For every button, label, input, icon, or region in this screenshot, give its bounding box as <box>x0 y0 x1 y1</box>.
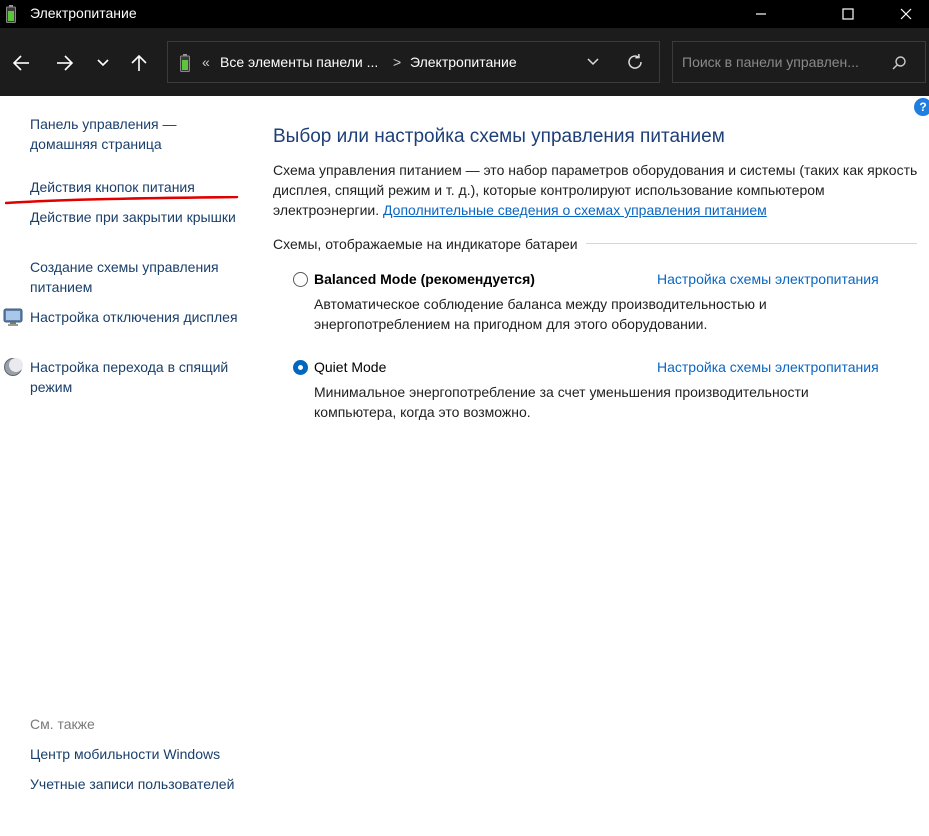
arrow-left-icon <box>12 55 29 71</box>
breadcrumb-current[interactable]: Электропитание <box>410 54 517 70</box>
refresh-icon[interactable] <box>626 53 644 71</box>
sidebar-home-link[interactable]: Панель управления — домашняя страница <box>30 114 245 154</box>
plan-radio-balanced[interactable] <box>293 272 308 287</box>
display-icon <box>3 308 23 326</box>
plan-name-quiet[interactable]: Quiet Mode <box>314 359 386 375</box>
sidebar-item-lid-close[interactable]: Действие при закрытии крышки <box>30 207 245 227</box>
plan-settings-link-quiet[interactable]: Настройка схемы электропитания <box>657 359 879 375</box>
search-box[interactable] <box>672 41 926 83</box>
arrow-right-icon <box>57 55 74 71</box>
see-also-heading: См. также <box>30 716 95 732</box>
plan-settings-link-balanced[interactable]: Настройка схемы электропитания <box>657 271 879 287</box>
sidebar: Панель управления — домашняя страница Де… <box>0 96 252 836</box>
close-icon <box>900 8 912 20</box>
moon-icon <box>4 358 23 376</box>
back-button[interactable] <box>6 48 36 78</box>
battery-icon <box>180 54 190 72</box>
page-title: Выбор или настройка схемы управления пит… <box>273 126 725 147</box>
search-icon[interactable] <box>891 55 907 71</box>
plan-radio-quiet[interactable] <box>293 360 308 375</box>
maximize-button[interactable] <box>825 0 871 28</box>
sidebar-item-power-buttons[interactable]: Действия кнопок питания <box>30 177 245 197</box>
battery-meter-plans-label: Схемы, отображаемые на индикаторе батаре… <box>273 236 586 252</box>
window-title: Электропитание <box>30 5 137 21</box>
breadcrumb-parent[interactable]: Все элементы панели ... <box>220 54 378 70</box>
see-also-user-accounts[interactable]: Учетные записи пользователей <box>30 774 245 794</box>
page-description: Схема управления питанием — это набор па… <box>273 160 923 220</box>
sidebar-item-sleep[interactable]: Настройка перехода в спящий режим <box>30 357 245 397</box>
plan-name-balanced[interactable]: Balanced Mode (рекомендуется) <box>314 271 535 287</box>
minimize-button[interactable] <box>738 0 784 28</box>
sidebar-item-display-off[interactable]: Настройка отключения дисплея <box>30 307 245 327</box>
sidebar-item-create-plan[interactable]: Создание схемы управления питанием <box>30 257 245 297</box>
maximize-icon <box>842 8 854 20</box>
breadcrumb-separator[interactable]: > <box>393 54 401 70</box>
address-dropdown-icon[interactable] <box>586 56 600 68</box>
forward-button[interactable] <box>50 48 80 78</box>
recent-locations-button[interactable] <box>88 48 118 78</box>
help-button[interactable]: ? <box>914 98 929 116</box>
navigation-bar: « Все элементы панели ... > Электропитан… <box>0 28 929 96</box>
title-bar: Электропитание <box>0 0 929 28</box>
arrow-up-icon <box>131 54 147 71</box>
battery-icon <box>6 5 16 23</box>
search-input[interactable] <box>682 54 882 70</box>
breadcrumb-overflow-icon[interactable]: « <box>202 54 210 70</box>
address-bar[interactable]: « Все элементы панели ... > Электропитан… <box>167 41 660 83</box>
close-button[interactable] <box>883 0 929 28</box>
up-button[interactable] <box>124 48 154 78</box>
see-also-mobility-center[interactable]: Центр мобильности Windows <box>30 744 245 764</box>
plan-description-quiet: Минимальное энергопотребление за счет ум… <box>314 384 809 420</box>
chevron-down-icon <box>97 59 109 67</box>
plan-description-balanced: Автоматическое соблюдение баланса между … <box>314 296 767 332</box>
minimize-icon <box>756 13 766 15</box>
learn-more-link[interactable]: Дополнительные сведения о схемах управле… <box>383 202 767 218</box>
red-annotation-underline <box>5 196 239 205</box>
